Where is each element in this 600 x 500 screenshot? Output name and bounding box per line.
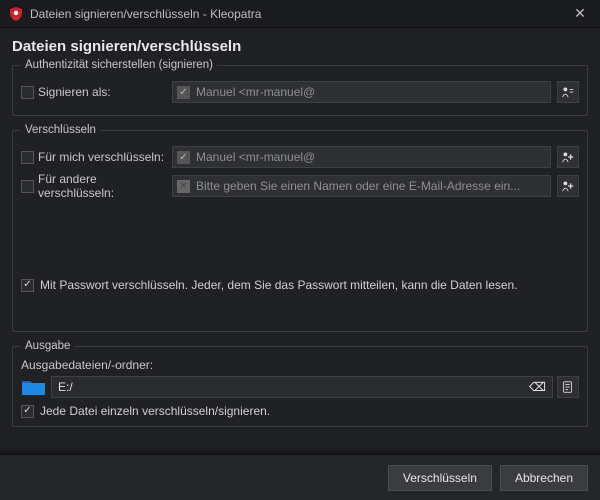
output-path-value: E:/: [58, 380, 73, 394]
dialog-content: Dateien signieren/verschlüsseln Authenti…: [0, 28, 600, 454]
encrypt-for-others-checkbox[interactable]: [21, 180, 34, 193]
titlebar: Dateien signieren/verschlüsseln - Kleopa…: [0, 0, 600, 28]
cancel-button[interactable]: Abbrechen: [500, 465, 588, 491]
folder-icon: [21, 377, 47, 397]
close-icon[interactable]: ✕: [568, 5, 592, 22]
each-file-label: Jede Datei einzeln verschlüsseln/signier…: [40, 404, 270, 418]
dialog-footer: Verschlüsseln Abbrechen: [0, 454, 600, 500]
output-legend: Ausgabe: [21, 340, 74, 352]
encrypt-for-me-details-button[interactable]: [557, 146, 579, 168]
output-group: Ausgabe Ausgabedateien/-ordner: E:/ ⌫ Je…: [12, 340, 588, 427]
sign-cert-details-button[interactable]: [557, 81, 579, 103]
encrypt-for-others-add-button[interactable]: [557, 175, 579, 197]
sign-identity-select[interactable]: ✓ Manuel <mr-manuel@: [172, 81, 551, 103]
encrypt-for-others-input[interactable]: ✕ Bitte geben Sie einen Namen oder eine …: [172, 175, 551, 197]
output-path-input[interactable]: E:/ ⌫: [51, 376, 553, 398]
encrypt-with-password-label: Mit Passwort verschlüsseln. Jeder, dem S…: [40, 278, 518, 292]
encrypt-group: Verschlüsseln Für mich verschlüsseln: ✓ …: [12, 124, 588, 332]
sign-as-checkbox[interactable]: [21, 86, 34, 99]
browse-output-button[interactable]: [557, 376, 579, 398]
window-title: Dateien signieren/verschlüsseln - Kleopa…: [30, 7, 261, 21]
encrypt-with-password-checkbox[interactable]: [21, 279, 34, 292]
sign-as-label: Signieren als:: [38, 85, 111, 99]
encrypt-for-others-label: Für andere verschlüsseln:: [38, 172, 166, 200]
encrypt-for-me-select[interactable]: ✓ Manuel <mr-manuel@: [172, 146, 551, 168]
app-icon: [8, 6, 24, 22]
page-title: Dateien signieren/verschlüsseln: [12, 38, 588, 55]
encrypt-legend: Verschlüsseln: [21, 124, 100, 136]
encrypt-for-me-checkbox[interactable]: [21, 151, 34, 164]
output-label: Ausgabedateien/-ordner:: [21, 358, 579, 372]
clear-path-icon[interactable]: ⌫: [529, 380, 546, 394]
encrypt-for-others-placeholder: Bitte geben Sie einen Namen oder eine E-…: [196, 179, 520, 193]
sign-group: Authentizität sicherstellen (signieren) …: [12, 59, 588, 116]
sign-identity-value: Manuel <mr-manuel@: [196, 85, 315, 99]
encrypt-for-me-label: Für mich verschlüsseln:: [38, 150, 164, 164]
encrypt-button[interactable]: Verschlüsseln: [388, 465, 492, 491]
sign-legend: Authentizität sicherstellen (signieren): [21, 59, 217, 71]
encrypt-for-me-identity: Manuel <mr-manuel@: [196, 150, 315, 164]
each-file-checkbox[interactable]: [21, 405, 34, 418]
